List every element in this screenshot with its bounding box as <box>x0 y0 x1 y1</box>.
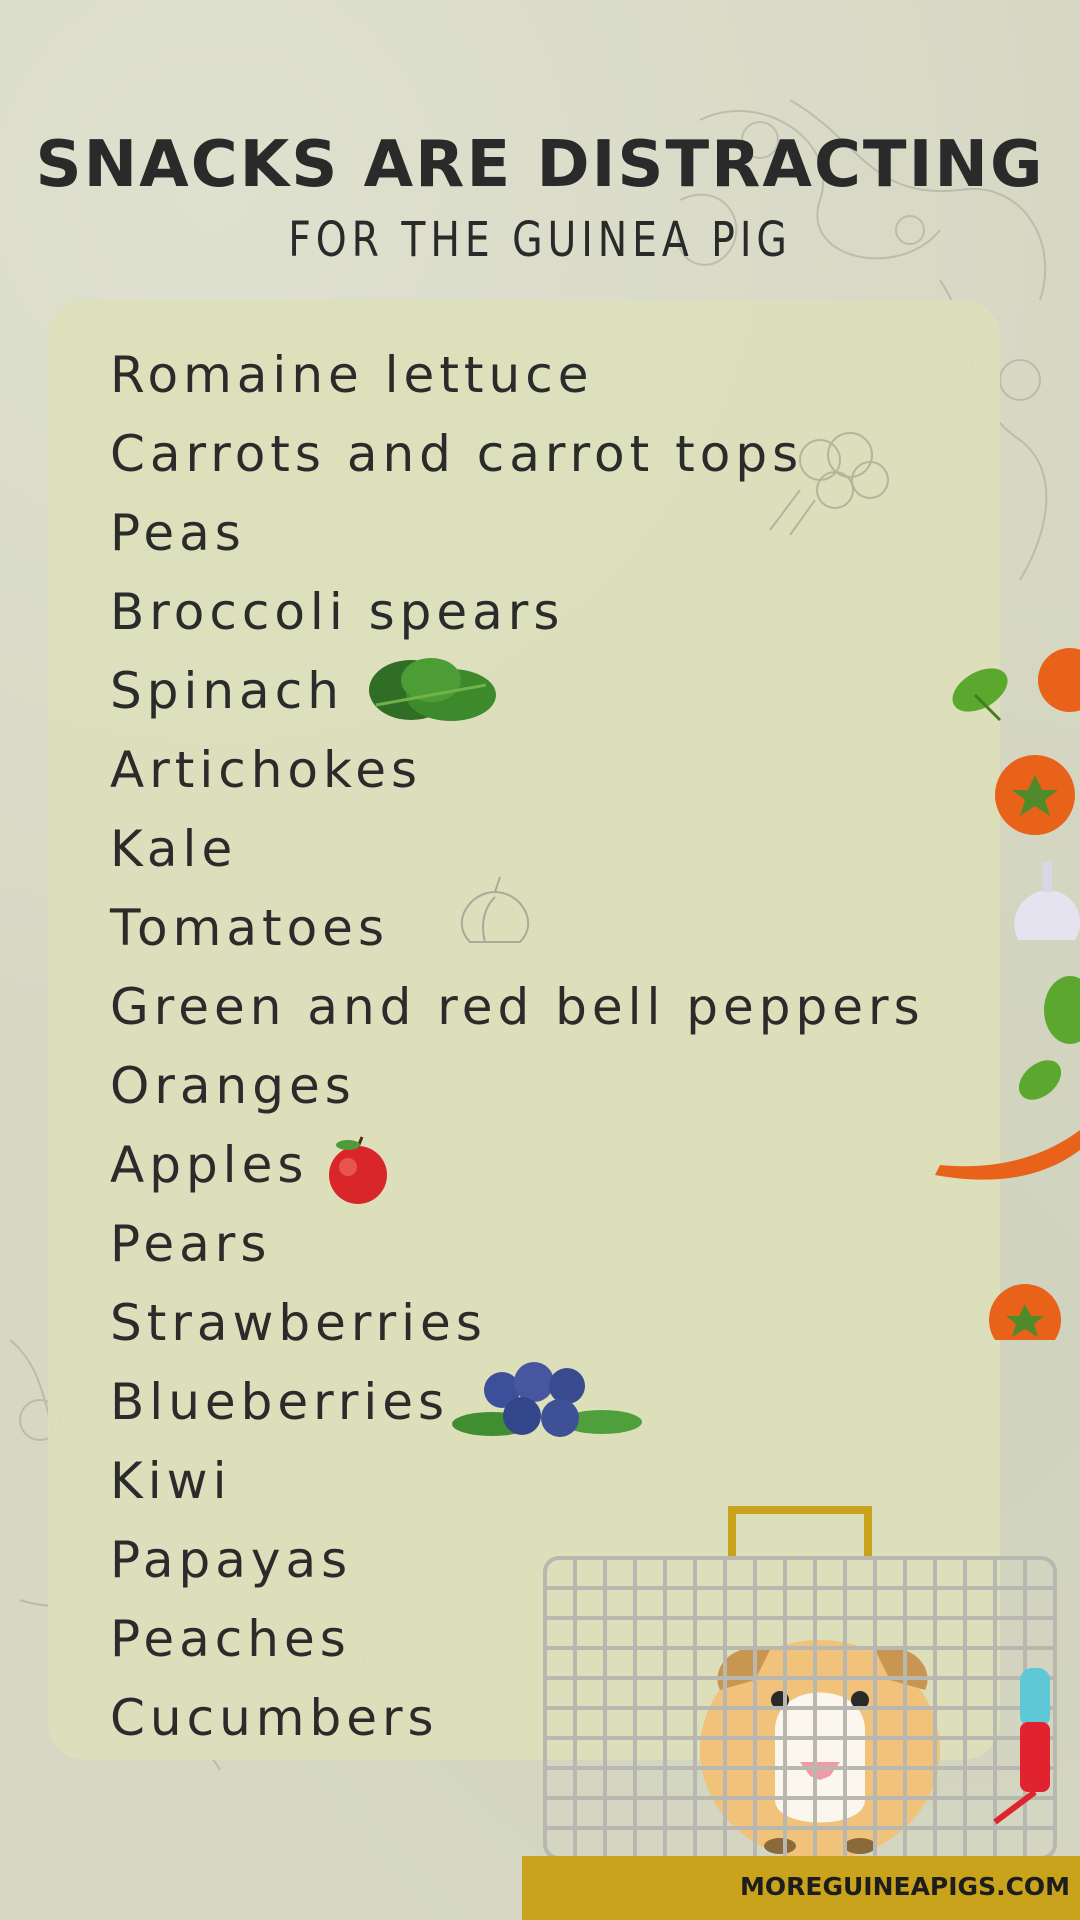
list-item: Strawberries <box>110 1294 487 1352</box>
list-item: Green and red bell peppers <box>110 978 925 1036</box>
website-label[interactable]: MOREGUINEAPIGS.COM <box>740 1872 1070 1901</box>
list-item: Pears <box>110 1215 272 1273</box>
cage-handle <box>728 1506 872 1560</box>
vegetable-strip <box>935 648 1080 1340</box>
list-item: Peas <box>110 504 246 562</box>
list-item: Apples <box>110 1136 309 1194</box>
list-item: Carrots and carrot tops <box>110 425 804 483</box>
list-item: Oranges <box>110 1057 356 1115</box>
blueberries-icon <box>452 1362 642 1437</box>
list-item: Broccoli spears <box>110 583 565 641</box>
garlic-icon <box>1014 862 1080 940</box>
orange-icon <box>995 755 1075 835</box>
page-title: SNACKS ARE DISTRACTING <box>35 128 1045 202</box>
leaf-icon <box>952 668 1008 722</box>
carrot-icon <box>935 1130 1080 1180</box>
list-item: Spinach <box>110 662 344 720</box>
spinach-icon <box>369 658 496 721</box>
guinea-pig-cage-illustration <box>543 1506 1057 1860</box>
apple-icon <box>329 1136 387 1204</box>
list-item: Artichokes <box>110 741 423 799</box>
page-subtitle: FOR THE GUINEA PIG <box>288 212 792 268</box>
list-item: Tomatoes <box>110 899 389 957</box>
list-item: Romaine lettuce <box>110 346 594 404</box>
list-item: Kale <box>110 820 238 878</box>
